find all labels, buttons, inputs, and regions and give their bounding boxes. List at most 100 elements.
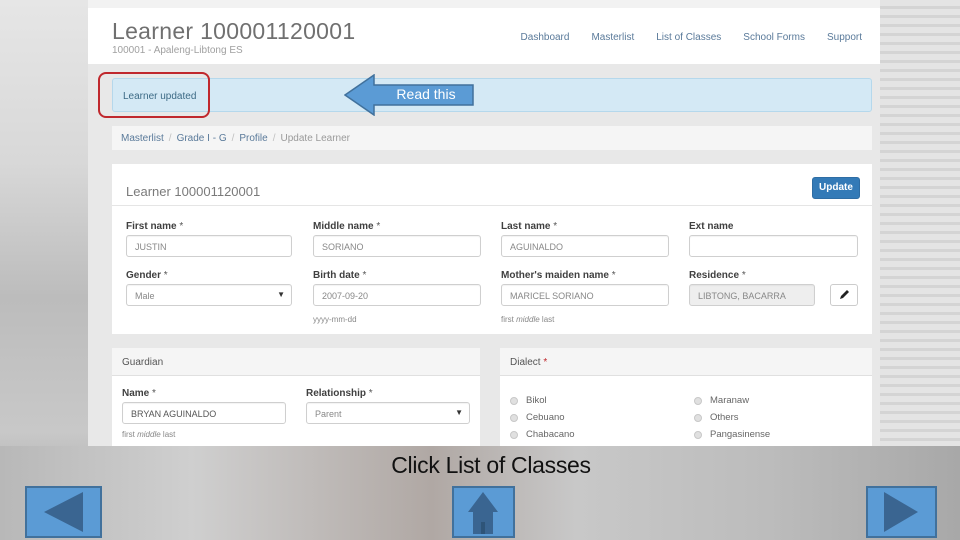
last-name-field: Last name * AGUINALDO xyxy=(501,221,669,257)
breadcrumb-grade[interactable]: Grade I - G xyxy=(177,133,227,144)
birth-date-field: Birth date * 2007-09-20 yyyy-mm-dd xyxy=(313,270,481,324)
birth-date-input[interactable]: 2007-09-20 xyxy=(313,284,481,306)
triangle-left-icon xyxy=(44,492,83,532)
dialect-option-bikol[interactable]: Bikol xyxy=(510,395,547,406)
radio-icon[interactable] xyxy=(694,396,702,405)
first-name-field: First name * JUSTIN xyxy=(126,221,292,257)
hint-middle: middle xyxy=(516,315,540,324)
nav-dashboard[interactable]: Dashboard xyxy=(521,32,570,43)
school-subtitle: 100001 - Apaleng-Libtong ES xyxy=(112,45,243,56)
radio-icon[interactable] xyxy=(510,413,518,422)
callout-label: Read this xyxy=(396,86,456,102)
guardian-name-hint: first middle last xyxy=(122,430,286,439)
dialect-option-chabacano[interactable]: Chabacano xyxy=(510,429,575,440)
required-mark: * xyxy=(179,221,184,232)
breadcrumb-separator: / xyxy=(168,133,172,144)
next-slide-button[interactable] xyxy=(866,486,937,538)
triangle-right-icon xyxy=(884,492,918,532)
highlight-annotation xyxy=(98,72,210,118)
radio-icon[interactable] xyxy=(694,413,702,422)
hint-first: first xyxy=(501,315,517,324)
first-name-input[interactable]: JUSTIN xyxy=(126,235,292,257)
relationship-field: Relationship * Parent ▼ xyxy=(306,388,470,424)
ext-name-field: Ext name xyxy=(689,221,858,257)
breadcrumb-profile[interactable]: Profile xyxy=(239,133,267,144)
gender-label: Gender xyxy=(126,270,162,281)
main-nav: Dashboard Masterlist List of Classes Sch… xyxy=(521,32,862,43)
required-mark: * xyxy=(543,357,548,368)
previous-slide-button[interactable] xyxy=(25,486,102,538)
required-mark: * xyxy=(611,270,616,281)
app-window: Learner 100001120001 100001 - Apaleng-Li… xyxy=(88,0,880,446)
dialect-option-cebuano[interactable]: Cebuano xyxy=(510,412,565,423)
nav-list-of-classes[interactable]: List of Classes xyxy=(656,32,721,43)
update-button[interactable]: Update xyxy=(812,177,860,199)
ext-name-input[interactable] xyxy=(689,235,858,257)
required-mark: * xyxy=(362,270,367,281)
mother-maiden-name-input[interactable]: MARICEL SORIANO xyxy=(501,284,669,306)
dialect-panel: Dialect * Bikol Cebuano Chabacano Marana… xyxy=(500,348,872,446)
required-mark: * xyxy=(553,221,558,232)
middle-name-field: Middle name * SORIANO xyxy=(313,221,481,257)
nav-support[interactable]: Support xyxy=(827,32,862,43)
residence-input: LIBTONG, BACARRA xyxy=(689,284,815,306)
edit-residence-button[interactable] xyxy=(830,284,858,306)
last-name-input[interactable]: AGUINALDO xyxy=(501,235,669,257)
slide-instruction: Click List of Classes xyxy=(391,452,591,478)
relationship-value: Parent xyxy=(315,409,342,419)
learner-panel-header: Learner 100001120001 Update xyxy=(112,164,872,206)
middle-name-input[interactable]: SORIANO xyxy=(313,235,481,257)
dialect-option-label: Pangasinense xyxy=(710,429,771,440)
guardian-name-field: Name * BRYAN AGUINALDO first middle last xyxy=(122,388,286,439)
first-name-label: First name xyxy=(126,221,177,232)
required-mark: * xyxy=(741,270,746,281)
pencil-icon xyxy=(840,290,849,299)
relationship-select[interactable]: Parent ▼ xyxy=(306,402,470,424)
radio-icon[interactable] xyxy=(694,430,702,439)
guardian-name-input[interactable]: BRYAN AGUINALDO xyxy=(122,402,286,424)
dialect-option-label: Cebuano xyxy=(526,412,565,423)
breadcrumb-masterlist[interactable]: Masterlist xyxy=(121,133,164,144)
gender-select[interactable]: Male ▼ xyxy=(126,284,292,306)
name-format-hint: first middle last xyxy=(501,315,669,324)
radio-icon[interactable] xyxy=(510,396,518,405)
gender-value: Male xyxy=(135,291,155,301)
gender-field: Gender * Male ▼ xyxy=(126,270,292,306)
nav-school-forms[interactable]: School Forms xyxy=(743,32,805,43)
hint-first: first xyxy=(122,430,138,439)
caret-down-icon: ▼ xyxy=(455,408,463,417)
nav-masterlist[interactable]: Masterlist xyxy=(591,32,634,43)
home-button[interactable] xyxy=(452,486,515,538)
mother-maiden-name-label: Mother's maiden name xyxy=(501,270,609,281)
breadcrumb-separator: / xyxy=(231,133,235,144)
learner-panel: Learner 100001120001 Update First name *… xyxy=(112,164,872,334)
birth-date-hint: yyyy-mm-dd xyxy=(313,315,357,324)
last-name-label: Last name xyxy=(501,221,551,232)
breadcrumb-current: Update Learner xyxy=(280,133,351,144)
success-alert: Learner updated xyxy=(112,78,872,112)
dialect-option-label: Bikol xyxy=(526,395,547,406)
breadcrumb: Masterlist / Grade I - G / Profile / Update Le… xyxy=(112,126,872,150)
page-header: Learner 100001120001 100001 - Apaleng-Li… xyxy=(88,8,880,64)
required-mark: * xyxy=(152,388,156,399)
dialect-option-pangasinense[interactable]: Pangasinense xyxy=(694,429,770,440)
dialect-panel-header: Dialect * xyxy=(500,348,872,376)
caret-down-icon: ▼ xyxy=(277,290,285,299)
relationship-label: Relationship xyxy=(306,388,367,399)
dialect-option-label: Others xyxy=(710,412,739,423)
required-mark: * xyxy=(163,270,168,281)
dialect-option-maranaw[interactable]: Maranaw xyxy=(694,395,749,406)
ext-name-label: Ext name xyxy=(689,221,734,232)
learner-panel-title: Learner 100001120001 xyxy=(126,184,261,199)
guardian-panel: Guardian Name * BRYAN AGUINALDO first mi… xyxy=(112,348,480,446)
hint-middle: middle xyxy=(137,430,161,439)
hint-last: last xyxy=(160,430,176,439)
residence-field: Residence * LIBTONG, BACARRA xyxy=(689,270,815,306)
breadcrumb-separator: / xyxy=(272,133,276,144)
guardian-panel-header: Guardian xyxy=(112,348,480,376)
dialect-title: Dialect xyxy=(510,357,541,368)
required-mark: * xyxy=(368,388,373,399)
radio-icon[interactable] xyxy=(510,430,518,439)
hint-last: last xyxy=(539,315,555,324)
dialect-option-others[interactable]: Others xyxy=(694,412,739,423)
